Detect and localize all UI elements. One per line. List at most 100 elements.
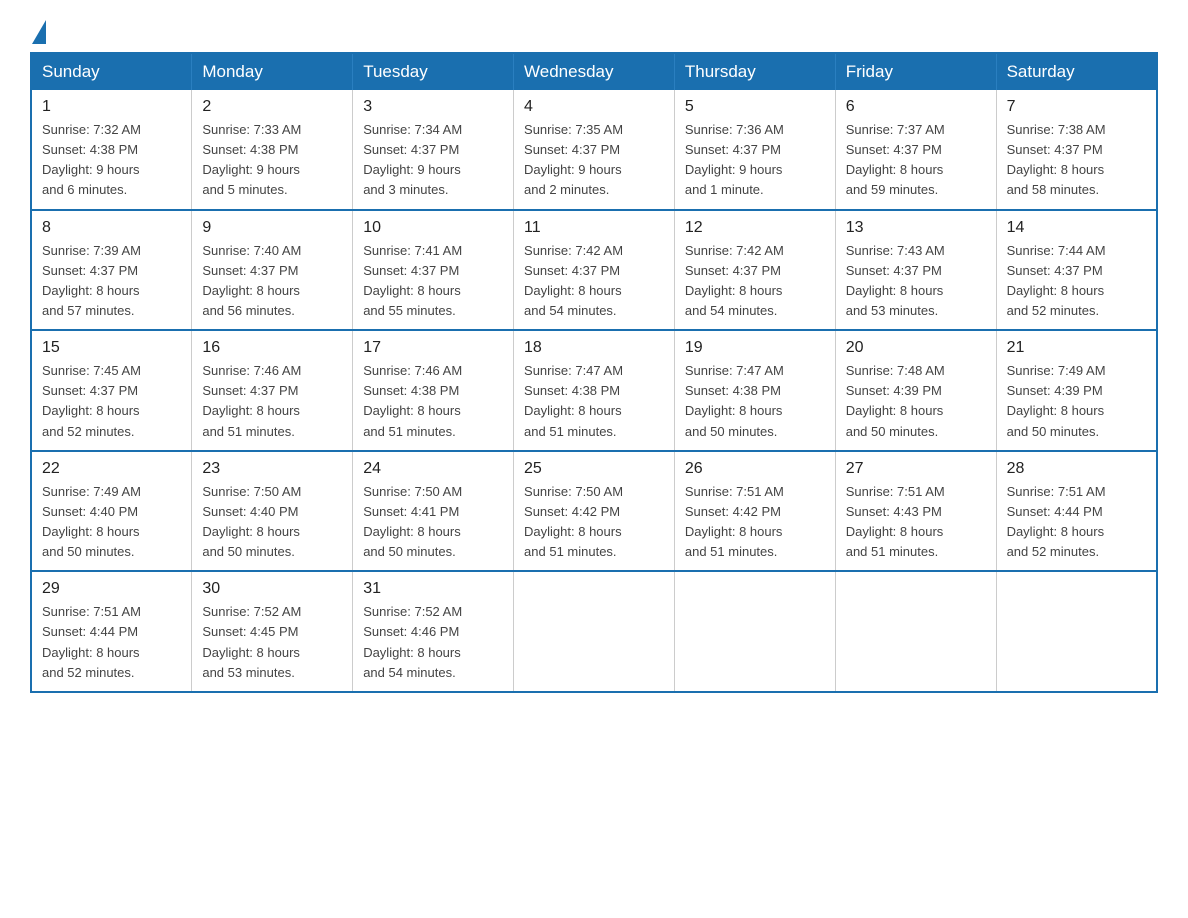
- day-number: 12: [685, 219, 825, 237]
- day-number: 16: [202, 339, 342, 357]
- day-info: Sunrise: 7:50 AMSunset: 4:41 PMDaylight:…: [363, 482, 503, 563]
- calendar-table: SundayMondayTuesdayWednesdayThursdayFrid…: [30, 52, 1158, 693]
- calendar-cell: 3 Sunrise: 7:34 AMSunset: 4:37 PMDayligh…: [353, 90, 514, 210]
- day-info: Sunrise: 7:34 AMSunset: 4:37 PMDaylight:…: [363, 120, 503, 201]
- calendar-cell: 6 Sunrise: 7:37 AMSunset: 4:37 PMDayligh…: [835, 90, 996, 210]
- week-row-1: 1 Sunrise: 7:32 AMSunset: 4:38 PMDayligh…: [31, 90, 1157, 210]
- day-info: Sunrise: 7:50 AMSunset: 4:42 PMDaylight:…: [524, 482, 664, 563]
- calendar-cell: 4 Sunrise: 7:35 AMSunset: 4:37 PMDayligh…: [514, 90, 675, 210]
- calendar-cell: 19 Sunrise: 7:47 AMSunset: 4:38 PMDaylig…: [674, 330, 835, 451]
- day-number: 21: [1007, 339, 1146, 357]
- calendar-cell: 29 Sunrise: 7:51 AMSunset: 4:44 PMDaylig…: [31, 571, 192, 692]
- day-info: Sunrise: 7:46 AMSunset: 4:37 PMDaylight:…: [202, 361, 342, 442]
- header-saturday: Saturday: [996, 53, 1157, 90]
- day-info: Sunrise: 7:41 AMSunset: 4:37 PMDaylight:…: [363, 241, 503, 322]
- header-wednesday: Wednesday: [514, 53, 675, 90]
- day-number: 28: [1007, 460, 1146, 478]
- day-number: 22: [42, 460, 181, 478]
- day-info: Sunrise: 7:42 AMSunset: 4:37 PMDaylight:…: [524, 241, 664, 322]
- day-number: 20: [846, 339, 986, 357]
- page-header: [30, 20, 1158, 42]
- calendar-cell: 23 Sunrise: 7:50 AMSunset: 4:40 PMDaylig…: [192, 451, 353, 572]
- day-info: Sunrise: 7:32 AMSunset: 4:38 PMDaylight:…: [42, 120, 181, 201]
- logo-triangle-icon: [32, 20, 46, 44]
- calendar-cell: [996, 571, 1157, 692]
- day-number: 23: [202, 460, 342, 478]
- calendar-cell: 18 Sunrise: 7:47 AMSunset: 4:38 PMDaylig…: [514, 330, 675, 451]
- day-info: Sunrise: 7:38 AMSunset: 4:37 PMDaylight:…: [1007, 120, 1146, 201]
- day-info: Sunrise: 7:43 AMSunset: 4:37 PMDaylight:…: [846, 241, 986, 322]
- day-info: Sunrise: 7:51 AMSunset: 4:43 PMDaylight:…: [846, 482, 986, 563]
- day-number: 4: [524, 98, 664, 116]
- day-number: 1: [42, 98, 181, 116]
- day-info: Sunrise: 7:35 AMSunset: 4:37 PMDaylight:…: [524, 120, 664, 201]
- header-monday: Monday: [192, 53, 353, 90]
- calendar-cell: 2 Sunrise: 7:33 AMSunset: 4:38 PMDayligh…: [192, 90, 353, 210]
- day-number: 14: [1007, 219, 1146, 237]
- day-info: Sunrise: 7:49 AMSunset: 4:40 PMDaylight:…: [42, 482, 181, 563]
- day-number: 25: [524, 460, 664, 478]
- day-info: Sunrise: 7:42 AMSunset: 4:37 PMDaylight:…: [685, 241, 825, 322]
- calendar-cell: [835, 571, 996, 692]
- day-number: 24: [363, 460, 503, 478]
- calendar-cell: [674, 571, 835, 692]
- day-info: Sunrise: 7:47 AMSunset: 4:38 PMDaylight:…: [685, 361, 825, 442]
- calendar-cell: 14 Sunrise: 7:44 AMSunset: 4:37 PMDaylig…: [996, 210, 1157, 331]
- day-number: 18: [524, 339, 664, 357]
- calendar-cell: 7 Sunrise: 7:38 AMSunset: 4:37 PMDayligh…: [996, 90, 1157, 210]
- calendar-cell: 11 Sunrise: 7:42 AMSunset: 4:37 PMDaylig…: [514, 210, 675, 331]
- calendar-cell: 25 Sunrise: 7:50 AMSunset: 4:42 PMDaylig…: [514, 451, 675, 572]
- calendar-cell: 9 Sunrise: 7:40 AMSunset: 4:37 PMDayligh…: [192, 210, 353, 331]
- day-info: Sunrise: 7:33 AMSunset: 4:38 PMDaylight:…: [202, 120, 342, 201]
- calendar-cell: 1 Sunrise: 7:32 AMSunset: 4:38 PMDayligh…: [31, 90, 192, 210]
- calendar-cell: [514, 571, 675, 692]
- day-number: 27: [846, 460, 986, 478]
- day-number: 15: [42, 339, 181, 357]
- calendar-cell: 5 Sunrise: 7:36 AMSunset: 4:37 PMDayligh…: [674, 90, 835, 210]
- week-row-5: 29 Sunrise: 7:51 AMSunset: 4:44 PMDaylig…: [31, 571, 1157, 692]
- logo-container: [30, 20, 46, 42]
- day-number: 13: [846, 219, 986, 237]
- day-number: 17: [363, 339, 503, 357]
- day-number: 30: [202, 580, 342, 598]
- calendar-cell: 20 Sunrise: 7:48 AMSunset: 4:39 PMDaylig…: [835, 330, 996, 451]
- day-info: Sunrise: 7:40 AMSunset: 4:37 PMDaylight:…: [202, 241, 342, 322]
- day-info: Sunrise: 7:50 AMSunset: 4:40 PMDaylight:…: [202, 482, 342, 563]
- calendar-cell: 30 Sunrise: 7:52 AMSunset: 4:45 PMDaylig…: [192, 571, 353, 692]
- header-thursday: Thursday: [674, 53, 835, 90]
- calendar-cell: 22 Sunrise: 7:49 AMSunset: 4:40 PMDaylig…: [31, 451, 192, 572]
- day-number: 2: [202, 98, 342, 116]
- day-info: Sunrise: 7:51 AMSunset: 4:44 PMDaylight:…: [1007, 482, 1146, 563]
- day-number: 26: [685, 460, 825, 478]
- day-info: Sunrise: 7:49 AMSunset: 4:39 PMDaylight:…: [1007, 361, 1146, 442]
- calendar-cell: 31 Sunrise: 7:52 AMSunset: 4:46 PMDaylig…: [353, 571, 514, 692]
- day-info: Sunrise: 7:36 AMSunset: 4:37 PMDaylight:…: [685, 120, 825, 201]
- calendar-cell: 12 Sunrise: 7:42 AMSunset: 4:37 PMDaylig…: [674, 210, 835, 331]
- calendar-cell: 28 Sunrise: 7:51 AMSunset: 4:44 PMDaylig…: [996, 451, 1157, 572]
- day-info: Sunrise: 7:51 AMSunset: 4:42 PMDaylight:…: [685, 482, 825, 563]
- day-info: Sunrise: 7:48 AMSunset: 4:39 PMDaylight:…: [846, 361, 986, 442]
- day-number: 11: [524, 219, 664, 237]
- calendar-cell: 16 Sunrise: 7:46 AMSunset: 4:37 PMDaylig…: [192, 330, 353, 451]
- day-number: 7: [1007, 98, 1146, 116]
- day-info: Sunrise: 7:52 AMSunset: 4:45 PMDaylight:…: [202, 602, 342, 683]
- calendar-cell: 15 Sunrise: 7:45 AMSunset: 4:37 PMDaylig…: [31, 330, 192, 451]
- day-number: 29: [42, 580, 181, 598]
- day-number: 9: [202, 219, 342, 237]
- week-row-4: 22 Sunrise: 7:49 AMSunset: 4:40 PMDaylig…: [31, 451, 1157, 572]
- header-tuesday: Tuesday: [353, 53, 514, 90]
- calendar-cell: 21 Sunrise: 7:49 AMSunset: 4:39 PMDaylig…: [996, 330, 1157, 451]
- day-info: Sunrise: 7:52 AMSunset: 4:46 PMDaylight:…: [363, 602, 503, 683]
- day-number: 3: [363, 98, 503, 116]
- calendar-cell: 10 Sunrise: 7:41 AMSunset: 4:37 PMDaylig…: [353, 210, 514, 331]
- day-number: 6: [846, 98, 986, 116]
- logo: [30, 20, 46, 42]
- day-number: 31: [363, 580, 503, 598]
- day-number: 5: [685, 98, 825, 116]
- calendar-cell: 24 Sunrise: 7:50 AMSunset: 4:41 PMDaylig…: [353, 451, 514, 572]
- day-number: 8: [42, 219, 181, 237]
- calendar-cell: 17 Sunrise: 7:46 AMSunset: 4:38 PMDaylig…: [353, 330, 514, 451]
- day-info: Sunrise: 7:51 AMSunset: 4:44 PMDaylight:…: [42, 602, 181, 683]
- day-info: Sunrise: 7:45 AMSunset: 4:37 PMDaylight:…: [42, 361, 181, 442]
- day-info: Sunrise: 7:44 AMSunset: 4:37 PMDaylight:…: [1007, 241, 1146, 322]
